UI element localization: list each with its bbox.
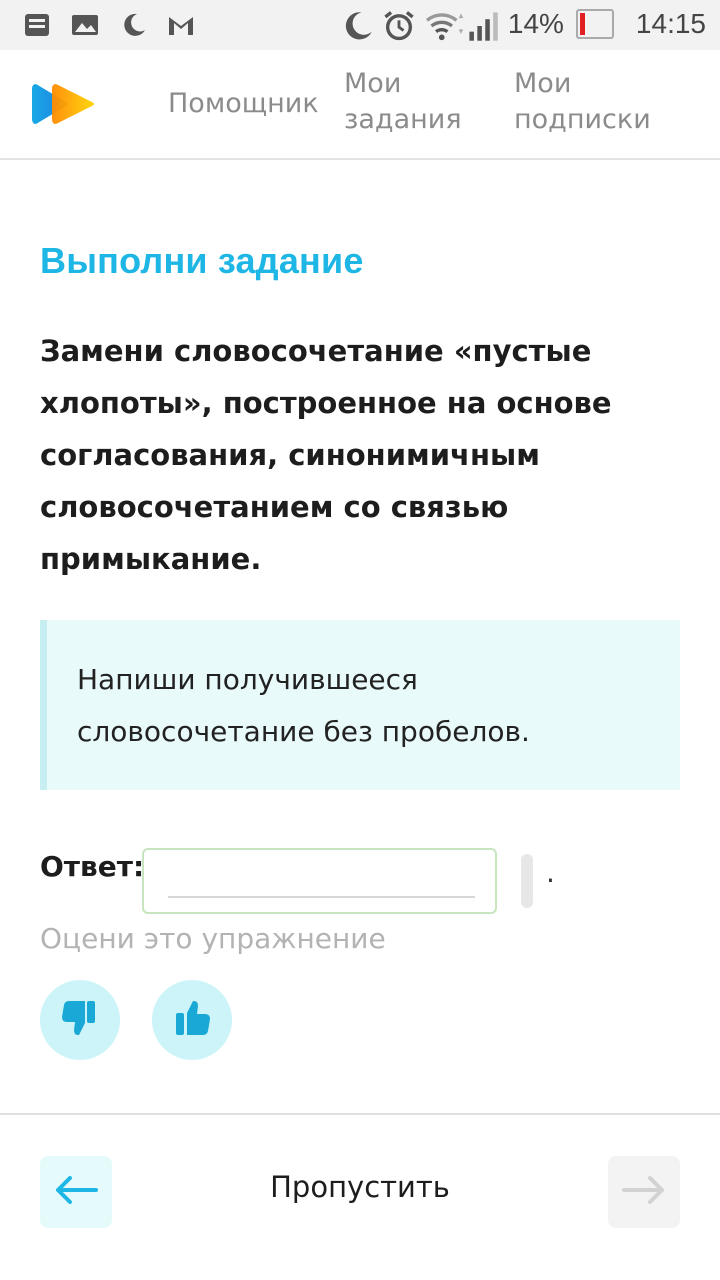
nav-helper[interactable]: Помощник: [168, 86, 319, 122]
signal-icon: [466, 9, 498, 41]
thumbs-down-button[interactable]: [40, 980, 120, 1060]
next-button[interactable]: [608, 1156, 680, 1228]
image-icon: [70, 10, 100, 40]
hint-box: Напиши получившееся словосочетание без п…: [40, 620, 680, 790]
app-header: Помощник Мои задания Мои подписки: [0, 50, 720, 160]
nav-my-tasks[interactable]: Мои задания: [344, 66, 474, 138]
wifi-icon: [424, 9, 464, 41]
answer-underline: [168, 896, 475, 898]
skip-button[interactable]: Пропустить: [260, 1170, 460, 1204]
moon-icon: [340, 9, 372, 40]
moon-icon: [118, 10, 148, 40]
battery-icon: [575, 9, 614, 39]
status-bar: 14% 14:15: [0, 0, 720, 50]
nav-my-subscriptions[interactable]: Мои подписки: [514, 66, 674, 138]
status-left: [22, 10, 196, 40]
answer-label: Ответ:: [40, 850, 145, 883]
thumbs-up-icon: [171, 997, 213, 1043]
battery-percent: 14%: [507, 8, 564, 39]
input-cursor-handle: [521, 854, 533, 908]
trailing-dot: .: [546, 856, 555, 889]
thumbs-down-icon: [59, 997, 101, 1043]
gmail-icon: [166, 10, 196, 40]
page-title: Выполни задание: [40, 240, 364, 281]
footer-divider: [0, 1113, 720, 1115]
app-logo-icon[interactable]: [30, 80, 98, 128]
arrow-right-icon: [622, 1175, 666, 1209]
status-right: 14% 14:15: [340, 8, 706, 41]
task-text: Замени словосочетание «пустые хлопоты», …: [40, 334, 612, 576]
rate-label: Оцени это упражнение: [40, 922, 386, 955]
answer-input[interactable]: [168, 860, 472, 898]
arrow-left-icon: [54, 1175, 98, 1209]
notification-list-icon: [22, 10, 52, 40]
thumbs-up-button[interactable]: [152, 980, 232, 1060]
hint-text: Напиши получившееся словосочетание без п…: [77, 663, 530, 748]
alarm-icon: [382, 9, 414, 41]
clock: 14:15: [635, 8, 706, 39]
answer-field[interactable]: [142, 848, 497, 914]
back-button[interactable]: [40, 1156, 112, 1228]
